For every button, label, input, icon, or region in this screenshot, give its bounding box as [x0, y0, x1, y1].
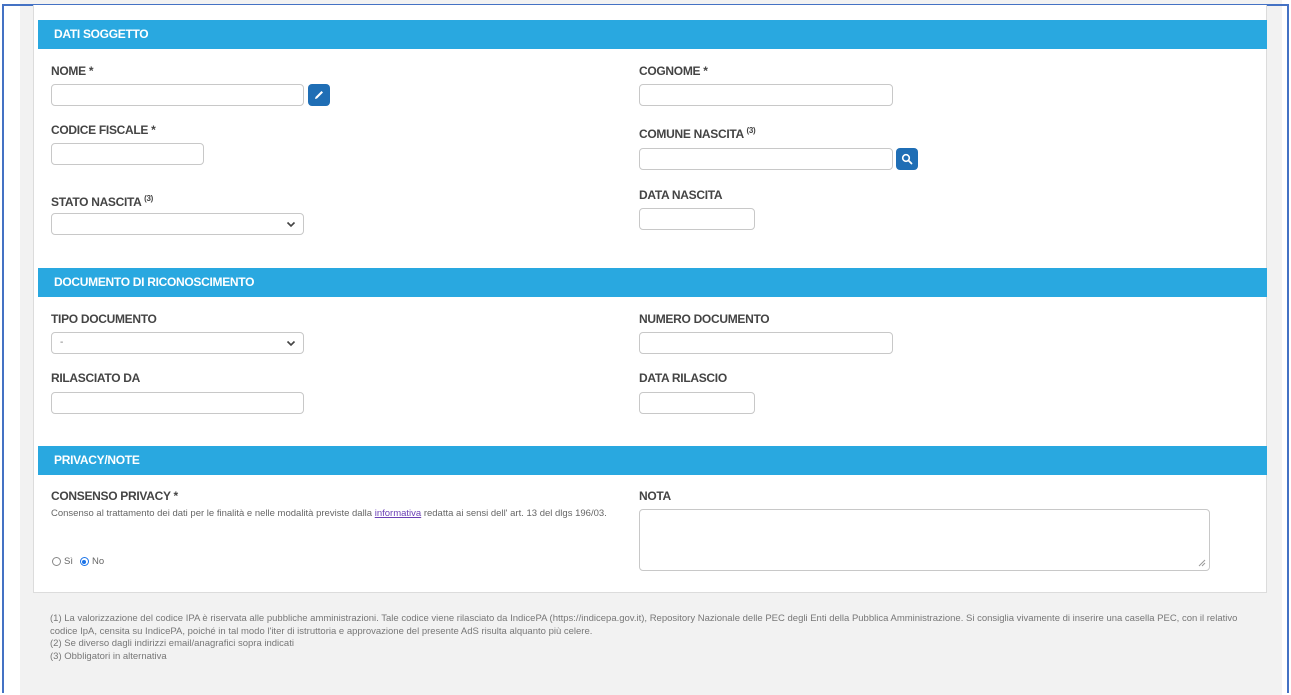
- consenso-privacy-text: Consenso al trattamento dei dati per le …: [51, 507, 631, 521]
- footnote-1: (1) La valorizzazione del codice IPA è r…: [50, 613, 1238, 637]
- comune-nascita-input[interactable]: [639, 148, 893, 170]
- search-comune-button[interactable]: [896, 148, 918, 170]
- nota-label: NOTA: [639, 489, 671, 503]
- codice-fiscale-label: CODICE FISCALE *: [51, 123, 156, 137]
- footnote-3: (3) Obbligatori in alternativa: [50, 650, 167, 662]
- section-header-dati-soggetto: DATI SOGGETTO: [38, 20, 1267, 49]
- comune-nascita-label-text: COMUNE NASCITA: [639, 127, 744, 141]
- nome-label: NOME *: [51, 64, 94, 78]
- stato-nascita-select[interactable]: [51, 213, 304, 235]
- consenso-text-before: Consenso al trattamento dei dati per le …: [51, 508, 375, 519]
- rilasciato-da-input[interactable]: [51, 392, 304, 414]
- consenso-text-after: redatta ai sensi dell' art. 13 del dlgs …: [421, 508, 607, 519]
- comune-nascita-note-ref: (3): [746, 126, 756, 135]
- data-nascita-input[interactable]: [639, 208, 755, 230]
- pencil-icon: [315, 91, 323, 99]
- footnote-2: (2) Se diverso dagli indirizzi email/ana…: [50, 638, 294, 649]
- stato-nascita-label: STATO NASCITA (3): [51, 194, 153, 209]
- section-header-documento: DOCUMENTO DI RICONOSCIMENTO: [38, 268, 1267, 297]
- consenso-privacy-label: CONSENSO PRIVACY *: [51, 489, 178, 503]
- radio-si[interactable]: [52, 557, 61, 566]
- edit-nome-button[interactable]: [308, 84, 330, 106]
- data-nascita-label: DATA NASCITA: [639, 188, 723, 202]
- comune-nascita-label: COMUNE NASCITA (3): [639, 126, 756, 141]
- radio-no[interactable]: [79, 557, 89, 566]
- section-header-privacy: PRIVACY/NOTE: [38, 446, 1267, 475]
- stato-nascita-note-ref: (3): [144, 194, 154, 203]
- tipo-documento-label: TIPO DOCUMENTO: [51, 312, 157, 326]
- footnotes: (1) La valorizzazione del codice IPA è r…: [50, 613, 1265, 663]
- data-rilascio-label: DATA RILASCIO: [639, 371, 727, 385]
- tipo-documento-select[interactable]: -: [51, 332, 304, 354]
- data-rilascio-input[interactable]: [639, 392, 755, 414]
- chevron-down-icon: [286, 221, 296, 228]
- rilasciato-da-label: RILASCIATO DA: [51, 371, 140, 385]
- nota-textarea[interactable]: [639, 509, 1210, 571]
- search-icon: [901, 153, 913, 165]
- informativa-link[interactable]: informativa: [375, 508, 421, 519]
- radio-no-label: No: [91, 556, 105, 567]
- cognome-label: COGNOME *: [639, 64, 708, 78]
- chevron-down-icon: [286, 340, 296, 347]
- numero-documento-label: NUMERO DOCUMENTO: [639, 312, 770, 326]
- codice-fiscale-input[interactable]: [51, 143, 204, 165]
- tipo-documento-selected: -: [60, 337, 64, 348]
- resize-grip-icon[interactable]: [1198, 559, 1206, 567]
- cognome-input[interactable]: [639, 84, 893, 106]
- numero-documento-input[interactable]: [639, 332, 893, 354]
- consenso-radio-group: Sì No: [52, 556, 104, 567]
- nome-input[interactable]: [51, 84, 304, 106]
- stato-nascita-label-text: STATO NASCITA: [51, 195, 142, 209]
- radio-si-label: Sì: [64, 556, 73, 567]
